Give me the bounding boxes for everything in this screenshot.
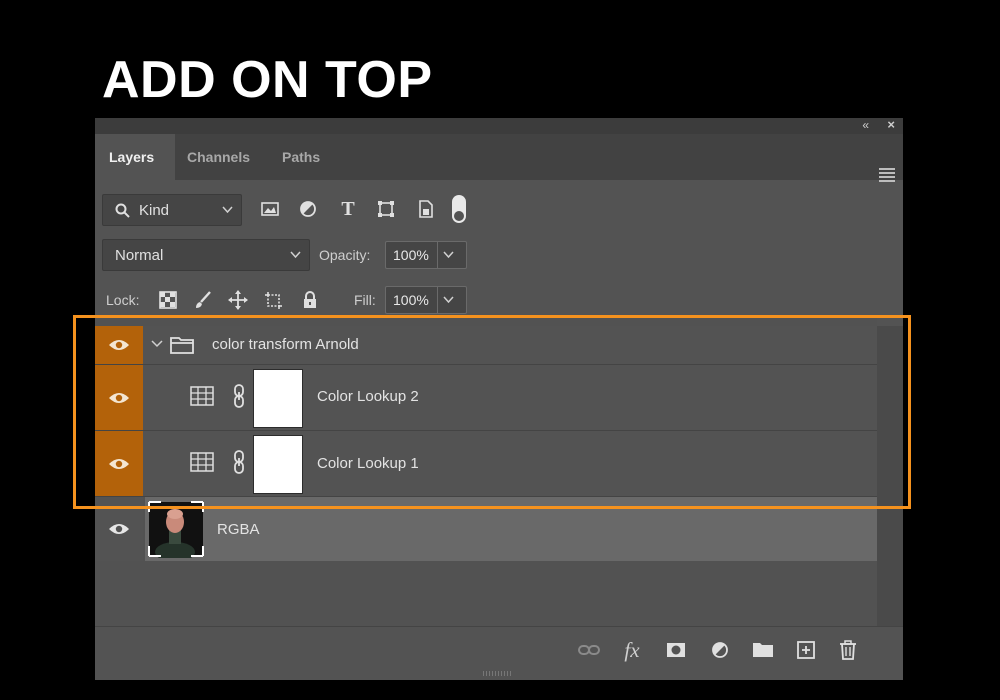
opacity-field[interactable]: 100% — [385, 241, 467, 269]
filter-kind-label: Kind — [139, 202, 170, 219]
shape-filter-icon[interactable] — [375, 198, 397, 220]
close-panel-icon[interactable]: × — [887, 117, 895, 132]
blend-mode-select[interactable]: Normal — [102, 239, 310, 271]
filter-toggle-switch[interactable] — [452, 195, 466, 223]
new-group-folder-icon[interactable] — [752, 639, 774, 661]
orange-highlight-box — [73, 315, 911, 509]
opacity-label: Opacity: — [319, 247, 371, 263]
chevron-down-icon[interactable] — [443, 251, 454, 259]
lock-transparent-pixels-icon[interactable] — [158, 290, 178, 310]
pixel-filter-icon[interactable] — [259, 198, 281, 220]
panel-resize-grip[interactable] — [483, 671, 513, 676]
lock-position-icon[interactable] — [228, 290, 248, 310]
tab-paths[interactable]: Paths — [268, 134, 334, 180]
add-mask-icon[interactable] — [665, 639, 687, 661]
new-adjustment-layer-icon[interactable] — [709, 639, 731, 661]
fill-value: 100% — [393, 292, 429, 308]
link-layers-icon[interactable] — [578, 639, 600, 661]
panel-tab-bar: Layers Channels Paths — [95, 134, 903, 182]
adjustment-filter-icon[interactable] — [297, 198, 319, 220]
fill-label: Fill: — [354, 292, 376, 308]
panel-menu-icon[interactable] — [879, 168, 895, 184]
chevron-down-icon — [222, 206, 233, 214]
chevron-down-icon — [290, 251, 301, 259]
trash-icon[interactable] — [837, 639, 859, 661]
blend-mode-value: Normal — [115, 247, 164, 264]
smart-object-filter-icon[interactable] — [415, 198, 437, 220]
layers-bottom-toolbar: fx — [95, 626, 903, 669]
lock-image-pixels-icon[interactable] — [193, 290, 213, 310]
lock-all-icon[interactable] — [300, 290, 320, 310]
fx-icon[interactable]: fx — [621, 639, 643, 661]
lock-artboard-icon[interactable] — [263, 290, 283, 310]
opacity-value: 100% — [393, 247, 429, 263]
filter-kind-select[interactable]: Kind — [102, 194, 242, 226]
panel-title-strip: « × — [95, 117, 903, 134]
type-filter-icon[interactable]: T — [337, 198, 359, 220]
eye-icon — [109, 524, 129, 534]
headline-title: ADD ON TOP — [102, 51, 433, 109]
tab-layers[interactable]: Layers — [95, 134, 175, 180]
chevron-down-icon[interactable] — [443, 296, 454, 304]
tab-channels[interactable]: Channels — [173, 134, 264, 180]
collapse-panel-icon[interactable]: « — [862, 118, 869, 132]
fill-field[interactable]: 100% — [385, 286, 467, 314]
search-icon — [115, 203, 130, 218]
new-layer-icon[interactable] — [795, 639, 817, 661]
lock-label: Lock: — [106, 292, 140, 308]
layer-name: RGBA — [217, 521, 260, 538]
